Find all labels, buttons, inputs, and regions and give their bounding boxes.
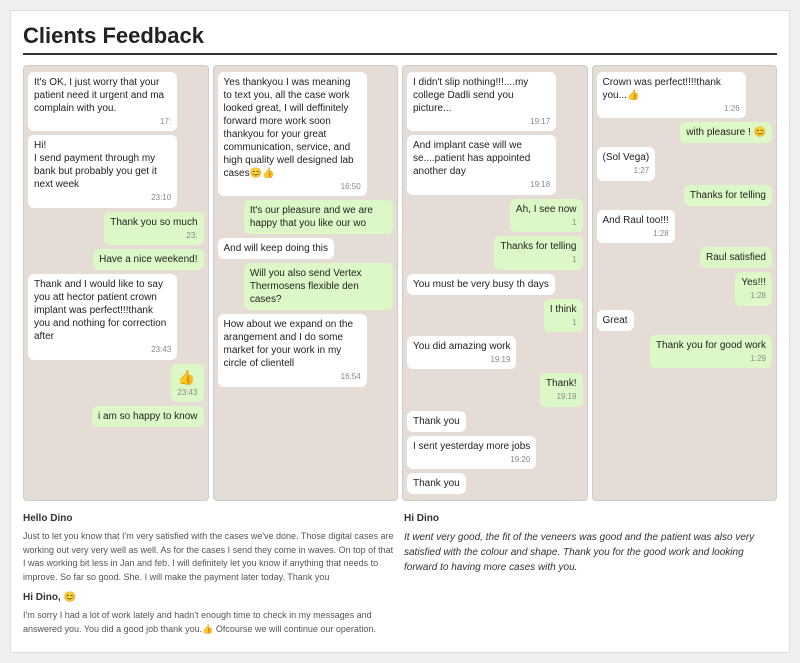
msg: Yes thankyou I was meaning to text you, … xyxy=(218,72,367,196)
msg: How about we expand on the arangement an… xyxy=(218,314,367,386)
msg: It's our pleasure and we are happy that … xyxy=(244,200,393,234)
bottom-section: Hello Dino Just to let you know that I'm… xyxy=(23,511,777,640)
msg: Yes!!! 1:28 xyxy=(735,272,772,305)
sender-label-2: Hi Dino, 😊 xyxy=(23,592,76,603)
msg: Thank you xyxy=(407,411,466,432)
chat-window-3: I didn't slip nothing!!!....my college D… xyxy=(402,65,588,501)
text-block-right: Hi Dino It went very good, the fit of th… xyxy=(404,511,777,640)
msg: Crown was perfect!!!!thank you...👍 1:26 xyxy=(597,72,746,118)
msg: with pleasure ! 😊 xyxy=(680,122,772,143)
text-block-left: Hello Dino Just to let you know that I'm… xyxy=(23,511,396,640)
msg: i am so happy to know xyxy=(92,406,204,427)
msg: Thanks for telling 1 xyxy=(494,236,582,269)
msg: I sent yesterday more jobs 19:20 xyxy=(407,436,536,469)
chat-window-4: Crown was perfect!!!!thank you...👍 1:26 … xyxy=(592,65,778,501)
msg: (Sol Vega) 1:27 xyxy=(597,147,656,180)
sender-label-right: Hi Dino xyxy=(404,513,439,524)
msg: And will keep doing this xyxy=(218,238,335,259)
msg: You did amazing work 19:19 xyxy=(407,336,516,369)
msg: Great xyxy=(597,310,634,331)
page-container: Clients Feedback It's OK, I just worry t… xyxy=(10,10,790,653)
msg: Thank you for good work 1:29 xyxy=(650,335,772,368)
msg: Thank! 19:19 xyxy=(540,373,583,406)
msg: Have a nice weekend! xyxy=(93,249,203,270)
msg: I didn't slip nothing!!!....my college D… xyxy=(407,72,556,131)
msg: And implant case will we se....patient h… xyxy=(407,135,556,194)
msg: Raul satisfied xyxy=(700,247,772,268)
page-title: Clients Feedback xyxy=(23,23,777,55)
chat-window-2: Yes thankyou I was meaning to text you, … xyxy=(213,65,399,501)
msg: Thank and I would like to say you att he… xyxy=(28,274,177,359)
bottom-right-text: It went very good, the fit of the veneer… xyxy=(404,530,777,575)
msg: You must be very busy th days xyxy=(407,274,555,295)
msg: Thank you xyxy=(407,473,466,494)
msg: And Raul too!!! 1:28 xyxy=(597,210,675,243)
msg: It's OK, I just worry that your patient … xyxy=(28,72,177,131)
sender-label: Hello Dino xyxy=(23,513,72,524)
msg: Hi!I send payment through my bank but pr… xyxy=(28,135,177,207)
bottom-left-text2: I'm sorry I had a lot of work lately and… xyxy=(23,609,396,636)
msg: Thank you so much 23: xyxy=(104,212,203,245)
msg: Ah, I see now 1 xyxy=(510,199,583,232)
msg: I think 1 xyxy=(544,299,583,332)
msg: Will you also send Vertex Thermosens fle… xyxy=(244,263,393,310)
chat-window-1: It's OK, I just worry that your patient … xyxy=(23,65,209,501)
bottom-left-text: Just to let you know that I'm very satis… xyxy=(23,530,396,584)
chats-row: It's OK, I just worry that your patient … xyxy=(23,65,777,501)
msg: Thanks for telling xyxy=(684,185,772,206)
msg: 👍 23:43 xyxy=(171,364,203,403)
